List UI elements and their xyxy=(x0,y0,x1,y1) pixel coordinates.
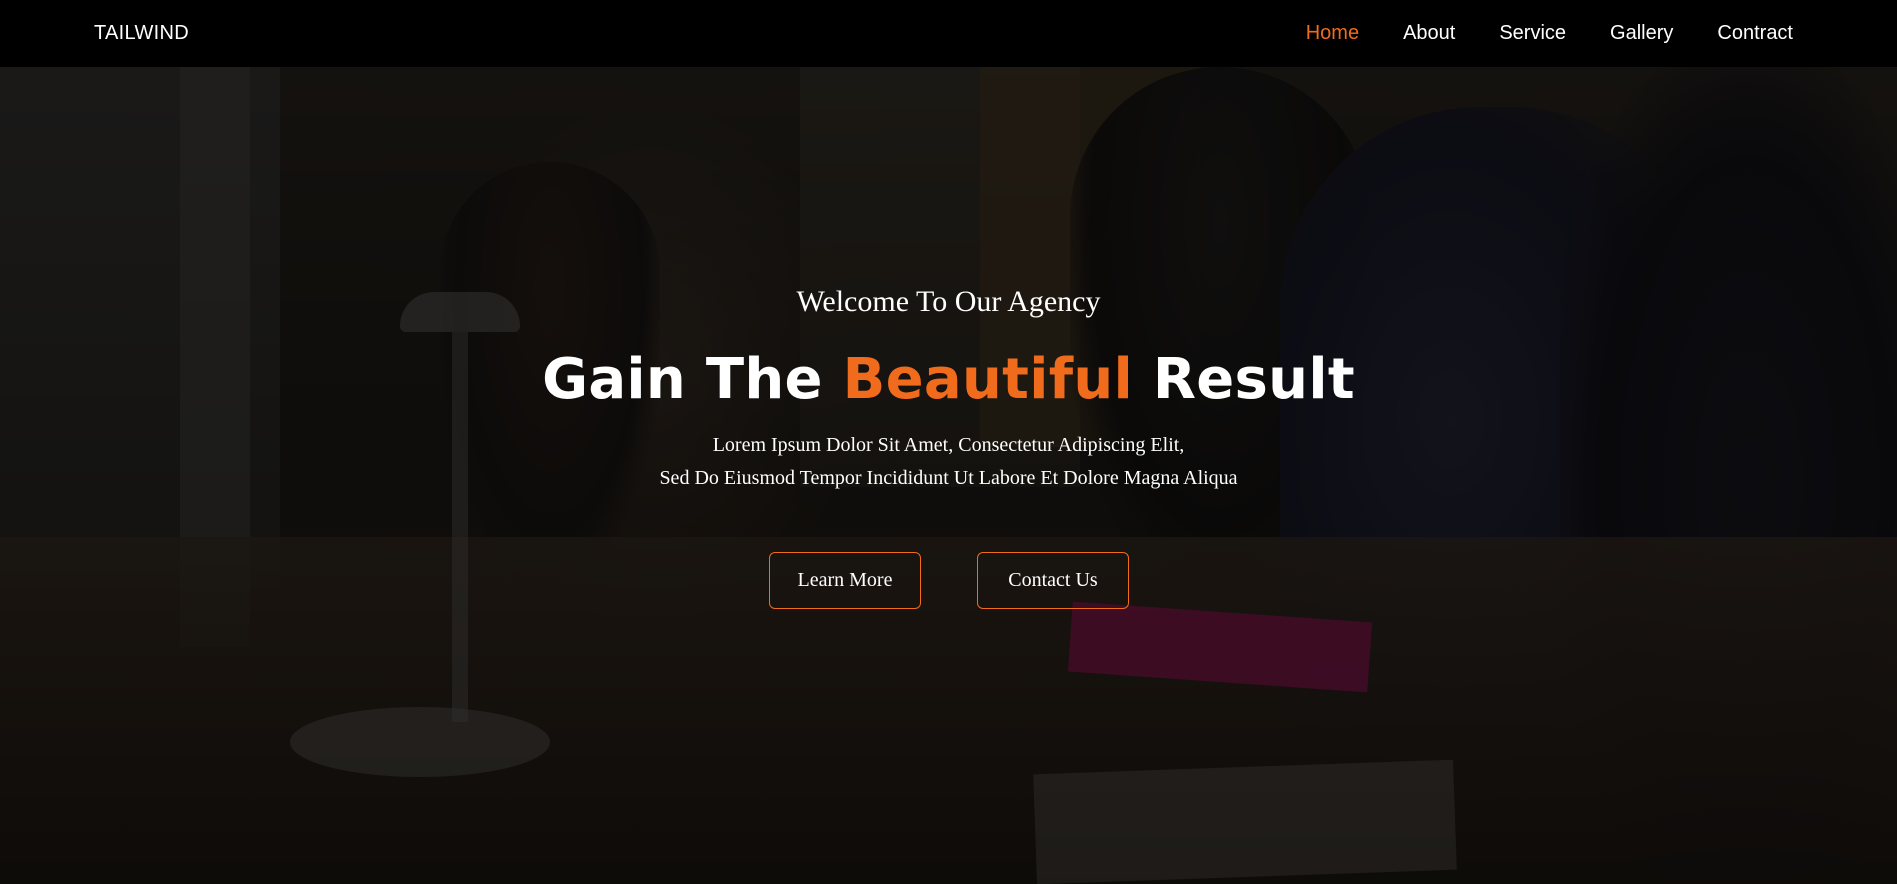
nav-item-gallery[interactable]: Gallery xyxy=(1610,22,1673,44)
hero-section: Welcome To Our Agency Gain The Beautiful… xyxy=(0,67,1897,884)
brand-logo[interactable]: TAILWIND xyxy=(94,22,189,45)
hero-headline: Gain The Beautiful Result xyxy=(0,347,1897,412)
hero-description-line-1: Lorem Ipsum Dolor Sit Amet, Consectetur … xyxy=(712,434,1185,456)
nav-item-about[interactable]: About xyxy=(1403,22,1455,44)
top-navbar: TAILWIND Home About Service Gallery Cont… xyxy=(0,0,1897,67)
headline-text-start: Gain The xyxy=(542,347,843,412)
nav-menu: Home About Service Gallery Contract xyxy=(1306,0,1793,67)
hero-welcome-text: Welcome To Our Agency xyxy=(796,285,1101,318)
contact-us-button[interactable]: Contact Us xyxy=(977,552,1129,609)
nav-item-contract[interactable]: Contract xyxy=(1717,22,1793,44)
learn-more-button[interactable]: Learn More xyxy=(769,552,921,609)
nav-item-home[interactable]: Home xyxy=(1306,22,1359,44)
headline-accent-text: Beautiful xyxy=(842,347,1134,412)
hero-description-line-2: Sed Do Eiusmod Tempor Incididunt Ut Labo… xyxy=(659,467,1238,489)
headline-text-end: Result xyxy=(1133,347,1355,412)
nav-item-service[interactable]: Service xyxy=(1499,22,1566,44)
hero-content: Welcome To Our Agency Gain The Beautiful… xyxy=(0,67,1897,884)
hero-description: Lorem Ipsum Dolor Sit Amet, Consectetur … xyxy=(0,429,1897,495)
